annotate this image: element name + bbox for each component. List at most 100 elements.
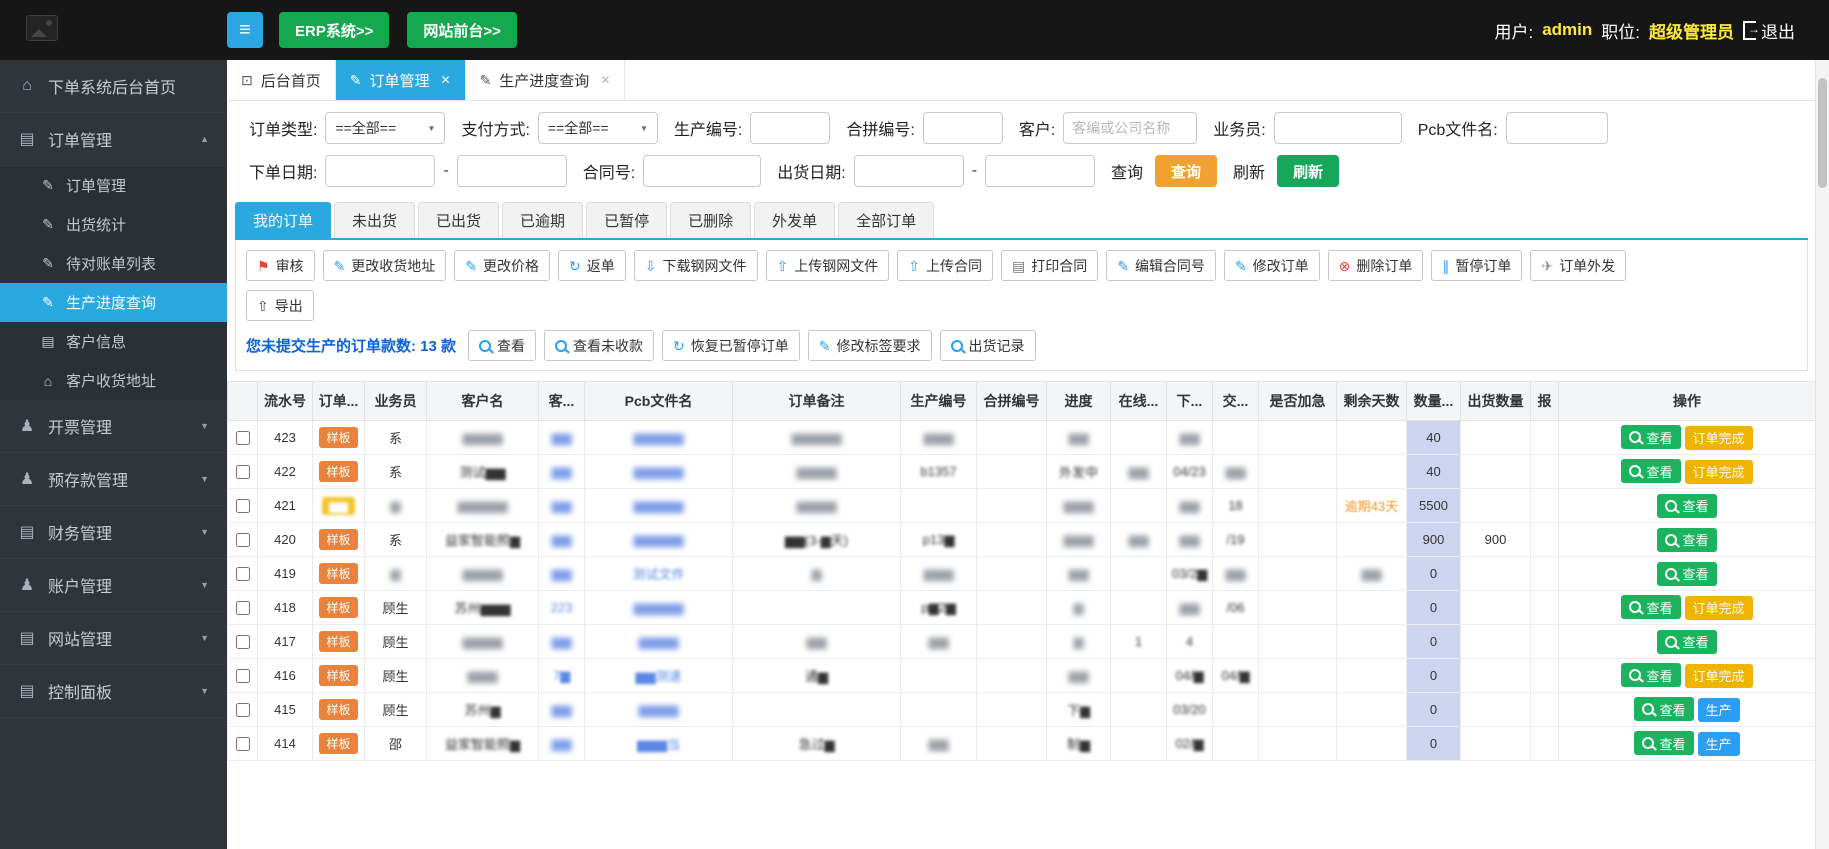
subtab-my-orders[interactable]: 我的订单 — [235, 202, 331, 238]
modify-label-button[interactable]: ✎修改标签要求 — [808, 330, 932, 361]
view-order-button[interactable]: 查看 — [1657, 562, 1716, 586]
order-date-from-input[interactable] — [325, 155, 435, 187]
sidebar-item-home[interactable]: ⌂下单系统后台首页 — [0, 60, 227, 113]
site-front-button[interactable]: 网站前台>> — [407, 12, 517, 48]
row-checkbox[interactable] — [236, 465, 250, 479]
view-order-button[interactable]: 查看 — [1634, 731, 1693, 755]
sidebar-subitem-customer-info[interactable]: ▤客户信息 — [0, 322, 227, 361]
cell-customer-code[interactable]: 223 — [539, 591, 585, 625]
cell-customer-code[interactable]: ▆▆ — [539, 421, 585, 455]
order-type-select[interactable]: ==全部==▼ — [325, 112, 445, 144]
ship-date-to-input[interactable] — [985, 155, 1095, 187]
erp-system-button[interactable]: ERP系统>> — [279, 12, 389, 48]
subtab-deleted[interactable]: 已删除 — [670, 202, 751, 238]
pcb-filename-input[interactable] — [1506, 112, 1608, 144]
sidebar-item-control-panel[interactable]: ▤控制面板▼ — [0, 665, 227, 718]
upload-stencil-button[interactable]: ⇧上传钢网文件 — [766, 250, 890, 281]
tab-order-management[interactable]: ✎订单管理✕ — [336, 60, 466, 100]
pay-method-select[interactable]: ==全部==▼ — [538, 112, 658, 144]
sidebar-item-order-management[interactable]: ▤订单管理▲ — [0, 113, 227, 166]
row-checkbox[interactable] — [236, 499, 250, 513]
cell-customer-code[interactable]: ▆▆ — [539, 693, 585, 727]
tab-backend-home[interactable]: ⊡后台首页 — [227, 60, 336, 100]
reorder-button[interactable]: ↻返单 — [558, 250, 626, 281]
view-order-button[interactable]: 查看 — [1657, 528, 1716, 552]
tab-production-progress[interactable]: ✎生产进度查询✕ — [466, 60, 626, 100]
production-button[interactable]: 生产 — [1698, 698, 1740, 722]
view-order-button[interactable]: 查看 — [1634, 697, 1693, 721]
row-checkbox[interactable] — [236, 737, 250, 751]
sidebar-subitem-production-progress[interactable]: ✎生产进度查询 — [0, 283, 227, 322]
subtab-not-shipped[interactable]: 未出货 — [334, 202, 415, 238]
scrollbar-thumb[interactable] — [1818, 78, 1827, 188]
salesman-input[interactable] — [1274, 112, 1402, 144]
row-checkbox[interactable] — [236, 703, 250, 717]
customer-input[interactable] — [1063, 112, 1197, 144]
order-complete-button[interactable]: 订单完成 — [1685, 664, 1753, 688]
export-button[interactable]: ⇧导出 — [246, 290, 314, 321]
change-price-button[interactable]: ✎更改价格 — [454, 250, 550, 281]
ship-date-from-input[interactable] — [854, 155, 964, 187]
production-button[interactable]: 生产 — [1698, 732, 1740, 756]
close-icon[interactable]: ✕ — [441, 73, 451, 87]
cell-pcb-filename[interactable]: ▆▆▆当 — [585, 727, 733, 761]
logout-button[interactable]: 退出 — [1743, 18, 1795, 43]
print-contract-button[interactable]: ▤打印合同 — [1001, 250, 1098, 281]
cell-pcb-filename[interactable]: ▆▆▆▆▆ — [585, 591, 733, 625]
cell-customer-code[interactable]: ▆▆ — [539, 557, 585, 591]
row-checkbox[interactable] — [236, 635, 250, 649]
subtab-overdue[interactable]: 已逾期 — [502, 202, 583, 238]
order-complete-button[interactable]: 订单完成 — [1685, 460, 1753, 484]
pause-order-button[interactable]: ∥暂停订单 — [1431, 250, 1522, 281]
order-complete-button[interactable]: 订单完成 — [1685, 596, 1753, 620]
view-order-button[interactable]: 查看 — [1621, 459, 1680, 483]
cell-pcb-filename[interactable]: ▆▆▆▆ — [585, 693, 733, 727]
view-button[interactable]: 查看 — [468, 330, 536, 361]
row-checkbox[interactable] — [236, 533, 250, 547]
vertical-scrollbar[interactable] — [1815, 60, 1829, 849]
cell-customer-code[interactable]: 7▆ — [539, 659, 585, 693]
merge-no-input[interactable] — [923, 112, 1003, 144]
download-stencil-button[interactable]: ⇩下载钢网文件 — [634, 250, 758, 281]
menu-toggle-button[interactable]: ≡ — [227, 12, 263, 48]
view-order-button[interactable]: 查看 — [1621, 425, 1680, 449]
subtab-outsourced[interactable]: 外发单 — [754, 202, 835, 238]
view-order-button[interactable]: 查看 — [1621, 595, 1680, 619]
cell-customer-code[interactable]: ▆▆ — [539, 727, 585, 761]
production-no-input[interactable] — [750, 112, 830, 144]
cell-pcb-filename[interactable]: ▆▆▆▆▆ — [585, 421, 733, 455]
order-complete-button[interactable]: 订单完成 — [1685, 426, 1753, 450]
shipping-record-button[interactable]: 出货记录 — [940, 330, 1036, 361]
cell-pcb-filename[interactable]: ▆▆▆▆▆ — [585, 489, 733, 523]
change-address-button[interactable]: ✎更改收货地址 — [323, 250, 447, 281]
view-order-button[interactable]: 查看 — [1657, 494, 1716, 518]
subtab-all-orders[interactable]: 全部订单 — [838, 202, 934, 238]
edit-contract-no-button[interactable]: ✎编辑合同号 — [1106, 250, 1216, 281]
sidebar-item-website-management[interactable]: ▤网站管理▼ — [0, 612, 227, 665]
cell-customer-code[interactable]: ▆▆ — [539, 455, 585, 489]
sidebar-subitem-order-management[interactable]: ✎订单管理 — [0, 166, 227, 205]
audit-button[interactable]: ⚑审核 — [246, 250, 315, 281]
sidebar-subitem-customer-address[interactable]: ⌂客户收货地址 — [0, 361, 227, 400]
restore-paused-button[interactable]: ↻恢复已暂停订单 — [662, 330, 800, 361]
sidebar-subitem-reconciliation-list[interactable]: ✎待对账单列表 — [0, 244, 227, 283]
row-checkbox[interactable] — [236, 601, 250, 615]
cell-customer-code[interactable]: ▆▆ — [539, 523, 585, 557]
view-order-button[interactable]: 查看 — [1621, 663, 1680, 687]
sidebar-item-prepaid-management[interactable]: ♟预存款管理▼ — [0, 453, 227, 506]
cell-customer-code[interactable]: ▆▆ — [539, 489, 585, 523]
refresh-button[interactable]: 刷新 — [1277, 155, 1339, 187]
view-order-button[interactable]: 查看 — [1657, 630, 1716, 654]
close-icon[interactable]: ✕ — [600, 73, 610, 87]
cell-customer-code[interactable]: ▆▆ — [539, 625, 585, 659]
row-checkbox[interactable] — [236, 567, 250, 581]
outsource-order-button[interactable]: ✈订单外发 — [1530, 250, 1626, 281]
sidebar-item-finance-management[interactable]: ▤财务管理▼ — [0, 506, 227, 559]
subtab-shipped[interactable]: 已出货 — [418, 202, 499, 238]
sidebar-item-invoice-management[interactable]: ♟开票管理▼ — [0, 400, 227, 453]
search-button[interactable]: 查询 — [1155, 155, 1217, 187]
delete-order-button[interactable]: ⊗删除订单 — [1328, 250, 1424, 281]
cell-pcb-filename[interactable]: ▆▆测速 — [585, 659, 733, 693]
row-checkbox[interactable] — [236, 669, 250, 683]
upload-contract-button[interactable]: ⇧上传合同 — [897, 250, 993, 281]
